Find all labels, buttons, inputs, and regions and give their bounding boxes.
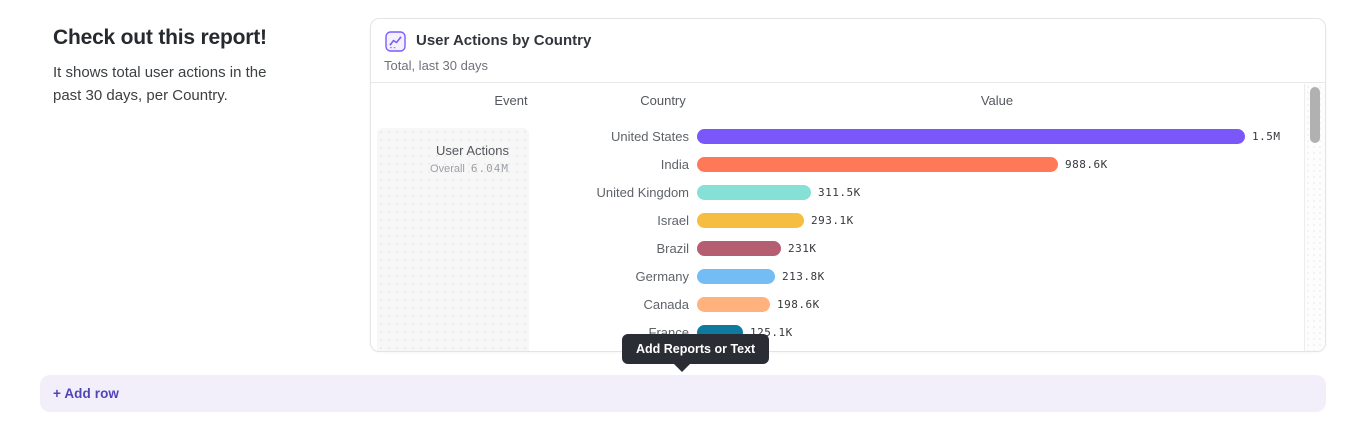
add-row-button[interactable]: + Add row xyxy=(40,375,1326,412)
country-label: Brazil xyxy=(371,241,689,256)
chart-row: United States 1.5M xyxy=(371,123,1281,151)
value-bar[interactable] xyxy=(697,213,804,228)
report-card-header: User Actions by Country Total, last 30 d… xyxy=(371,19,1325,83)
text-widget[interactable]: Check out this report! It shows total us… xyxy=(53,26,333,107)
add-reports-tooltip: Add Reports or Text xyxy=(622,334,769,364)
value-bar[interactable] xyxy=(697,185,811,200)
report-description: It shows total user actions in the past … xyxy=(53,62,293,107)
value-label: 1.5M xyxy=(1252,130,1281,143)
country-label: Israel xyxy=(371,213,689,228)
chart-row: India 988.6K xyxy=(371,151,1281,179)
report-card-subtitle: Total, last 30 days xyxy=(384,58,488,73)
chart-row: Brazil 231K xyxy=(371,235,1281,263)
report-card-body: Event Country Value User Actions Overall… xyxy=(371,84,1325,351)
value-label: 293.1K xyxy=(811,214,854,227)
value-bar[interactable] xyxy=(697,297,770,312)
chart-row: Germany 213.8K xyxy=(371,263,1281,291)
country-label: India xyxy=(371,157,689,172)
report-card-title: User Actions by Country xyxy=(416,32,591,49)
country-label: Germany xyxy=(371,269,689,284)
value-label: 231K xyxy=(788,242,817,255)
chart-row: Israel 293.1K xyxy=(371,207,1281,235)
value-bar[interactable] xyxy=(697,157,1058,172)
bar-chart: United States 1.5M India 988.6K United Kingd… xyxy=(371,84,1303,351)
tooltip-label: Add Reports or Text xyxy=(636,342,755,356)
value-label: 988.6K xyxy=(1065,158,1108,171)
value-label: 198.6K xyxy=(777,298,820,311)
country-label: Canada xyxy=(371,297,689,312)
line-chart-icon xyxy=(385,31,406,52)
chart-row: Canada 198.6K xyxy=(371,291,1281,319)
scrollbar-thumb[interactable] xyxy=(1310,87,1320,143)
chart-row: United Kingdom 311.5K xyxy=(371,179,1281,207)
value-label: 311.5K xyxy=(818,186,861,199)
report-card[interactable]: User Actions by Country Total, last 30 d… xyxy=(370,18,1326,352)
country-label: United States xyxy=(371,129,689,144)
add-row-label: + Add row xyxy=(53,386,119,401)
report-heading: Check out this report! xyxy=(53,26,333,50)
value-label: 213.8K xyxy=(782,270,825,283)
value-bar[interactable] xyxy=(697,241,781,256)
tooltip-caret-icon xyxy=(674,364,690,372)
value-bar[interactable] xyxy=(697,129,1245,144)
scrollbar-track[interactable] xyxy=(1304,84,1325,351)
chart-row: France125.1K xyxy=(371,319,1281,347)
country-label: United Kingdom xyxy=(371,185,689,200)
value-bar[interactable] xyxy=(697,269,775,284)
